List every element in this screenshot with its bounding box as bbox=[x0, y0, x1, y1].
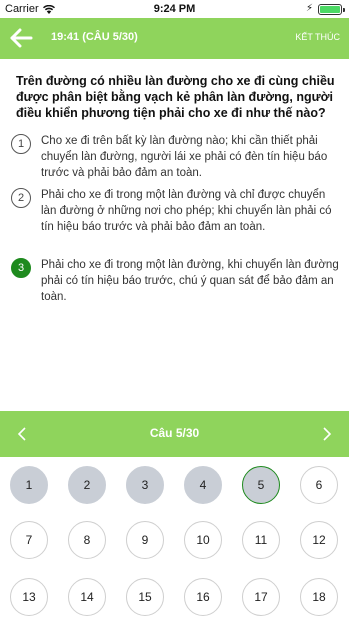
answer-option-2[interactable]: 2 Phải cho xe đi trong một làn đường và … bbox=[11, 187, 341, 235]
question-cell-17[interactable]: 17 bbox=[242, 578, 280, 616]
question-cell-4[interactable]: 4 bbox=[184, 466, 222, 504]
question-nav-bar: Câu 5/30 bbox=[0, 411, 349, 457]
question-cell-7[interactable]: 7 bbox=[10, 521, 48, 559]
question-cell-13[interactable]: 13 bbox=[10, 578, 48, 616]
answer-option-1[interactable]: 1 Cho xe đi trên bất kỳ làn đường nào; k… bbox=[11, 133, 341, 181]
answer-number-1: 1 bbox=[11, 134, 31, 154]
question-cell-5[interactable]: 5 bbox=[242, 466, 280, 504]
next-question-button[interactable] bbox=[317, 424, 337, 444]
question-cell-12[interactable]: 12 bbox=[300, 521, 338, 559]
finish-button[interactable]: KẾT THÚC bbox=[295, 32, 340, 42]
answer-text-2: Phải cho xe đi trong một làn đường và ch… bbox=[41, 189, 332, 233]
chevron-right-icon bbox=[323, 427, 332, 441]
answer-option-3[interactable]: 3 Phải cho xe đi trong một làn đường, kh… bbox=[11, 257, 341, 305]
question-cell-3[interactable]: 3 bbox=[126, 466, 164, 504]
question-cell-2[interactable]: 2 bbox=[68, 466, 106, 504]
question-cell-11[interactable]: 11 bbox=[242, 521, 280, 559]
charging-icon: ⚡ bbox=[305, 3, 313, 14]
answer-text-1: Cho xe đi trên bất kỳ làn đường nào; khi… bbox=[41, 135, 328, 179]
question-counter: Câu 5/30 bbox=[149, 426, 200, 440]
status-time: 9:24 PM bbox=[153, 3, 196, 15]
arrow-left-icon bbox=[10, 28, 33, 48]
question-cell-14[interactable]: 14 bbox=[68, 578, 106, 616]
answer-number-3: 3 bbox=[11, 258, 31, 278]
question-cell-15[interactable]: 15 bbox=[126, 578, 164, 616]
question-cell-6[interactable]: 6 bbox=[300, 466, 338, 504]
question-cell-16[interactable]: 16 bbox=[184, 578, 222, 616]
question-cell-9[interactable]: 9 bbox=[126, 521, 164, 559]
question-cell-18[interactable]: 18 bbox=[300, 578, 338, 616]
nav-title: 19:41 (CÂU 5/30) bbox=[51, 31, 138, 43]
answer-number-2: 2 bbox=[11, 188, 31, 208]
nav-bar: 19:41 (CÂU 5/30) KẾT THÚC bbox=[0, 18, 349, 59]
question-text: Trên đường có nhiều làn đường cho xe đi … bbox=[16, 74, 335, 120]
status-bar: Carrier 9:24 PM ⚡ bbox=[0, 0, 349, 18]
question-cell-10[interactable]: 10 bbox=[184, 521, 222, 559]
question-cell-1[interactable]: 1 bbox=[10, 466, 48, 504]
battery-icon bbox=[318, 4, 345, 15]
question-cell-8[interactable]: 8 bbox=[68, 521, 106, 559]
back-button[interactable] bbox=[8, 26, 34, 50]
answer-text-3: Phải cho xe đi trong một làn đường, khi … bbox=[41, 259, 339, 303]
question-grid: 1 2 3 4 5 6 7 8 9 10 11 12 13 14 15 16 17 18 bbox=[0, 457, 349, 620]
